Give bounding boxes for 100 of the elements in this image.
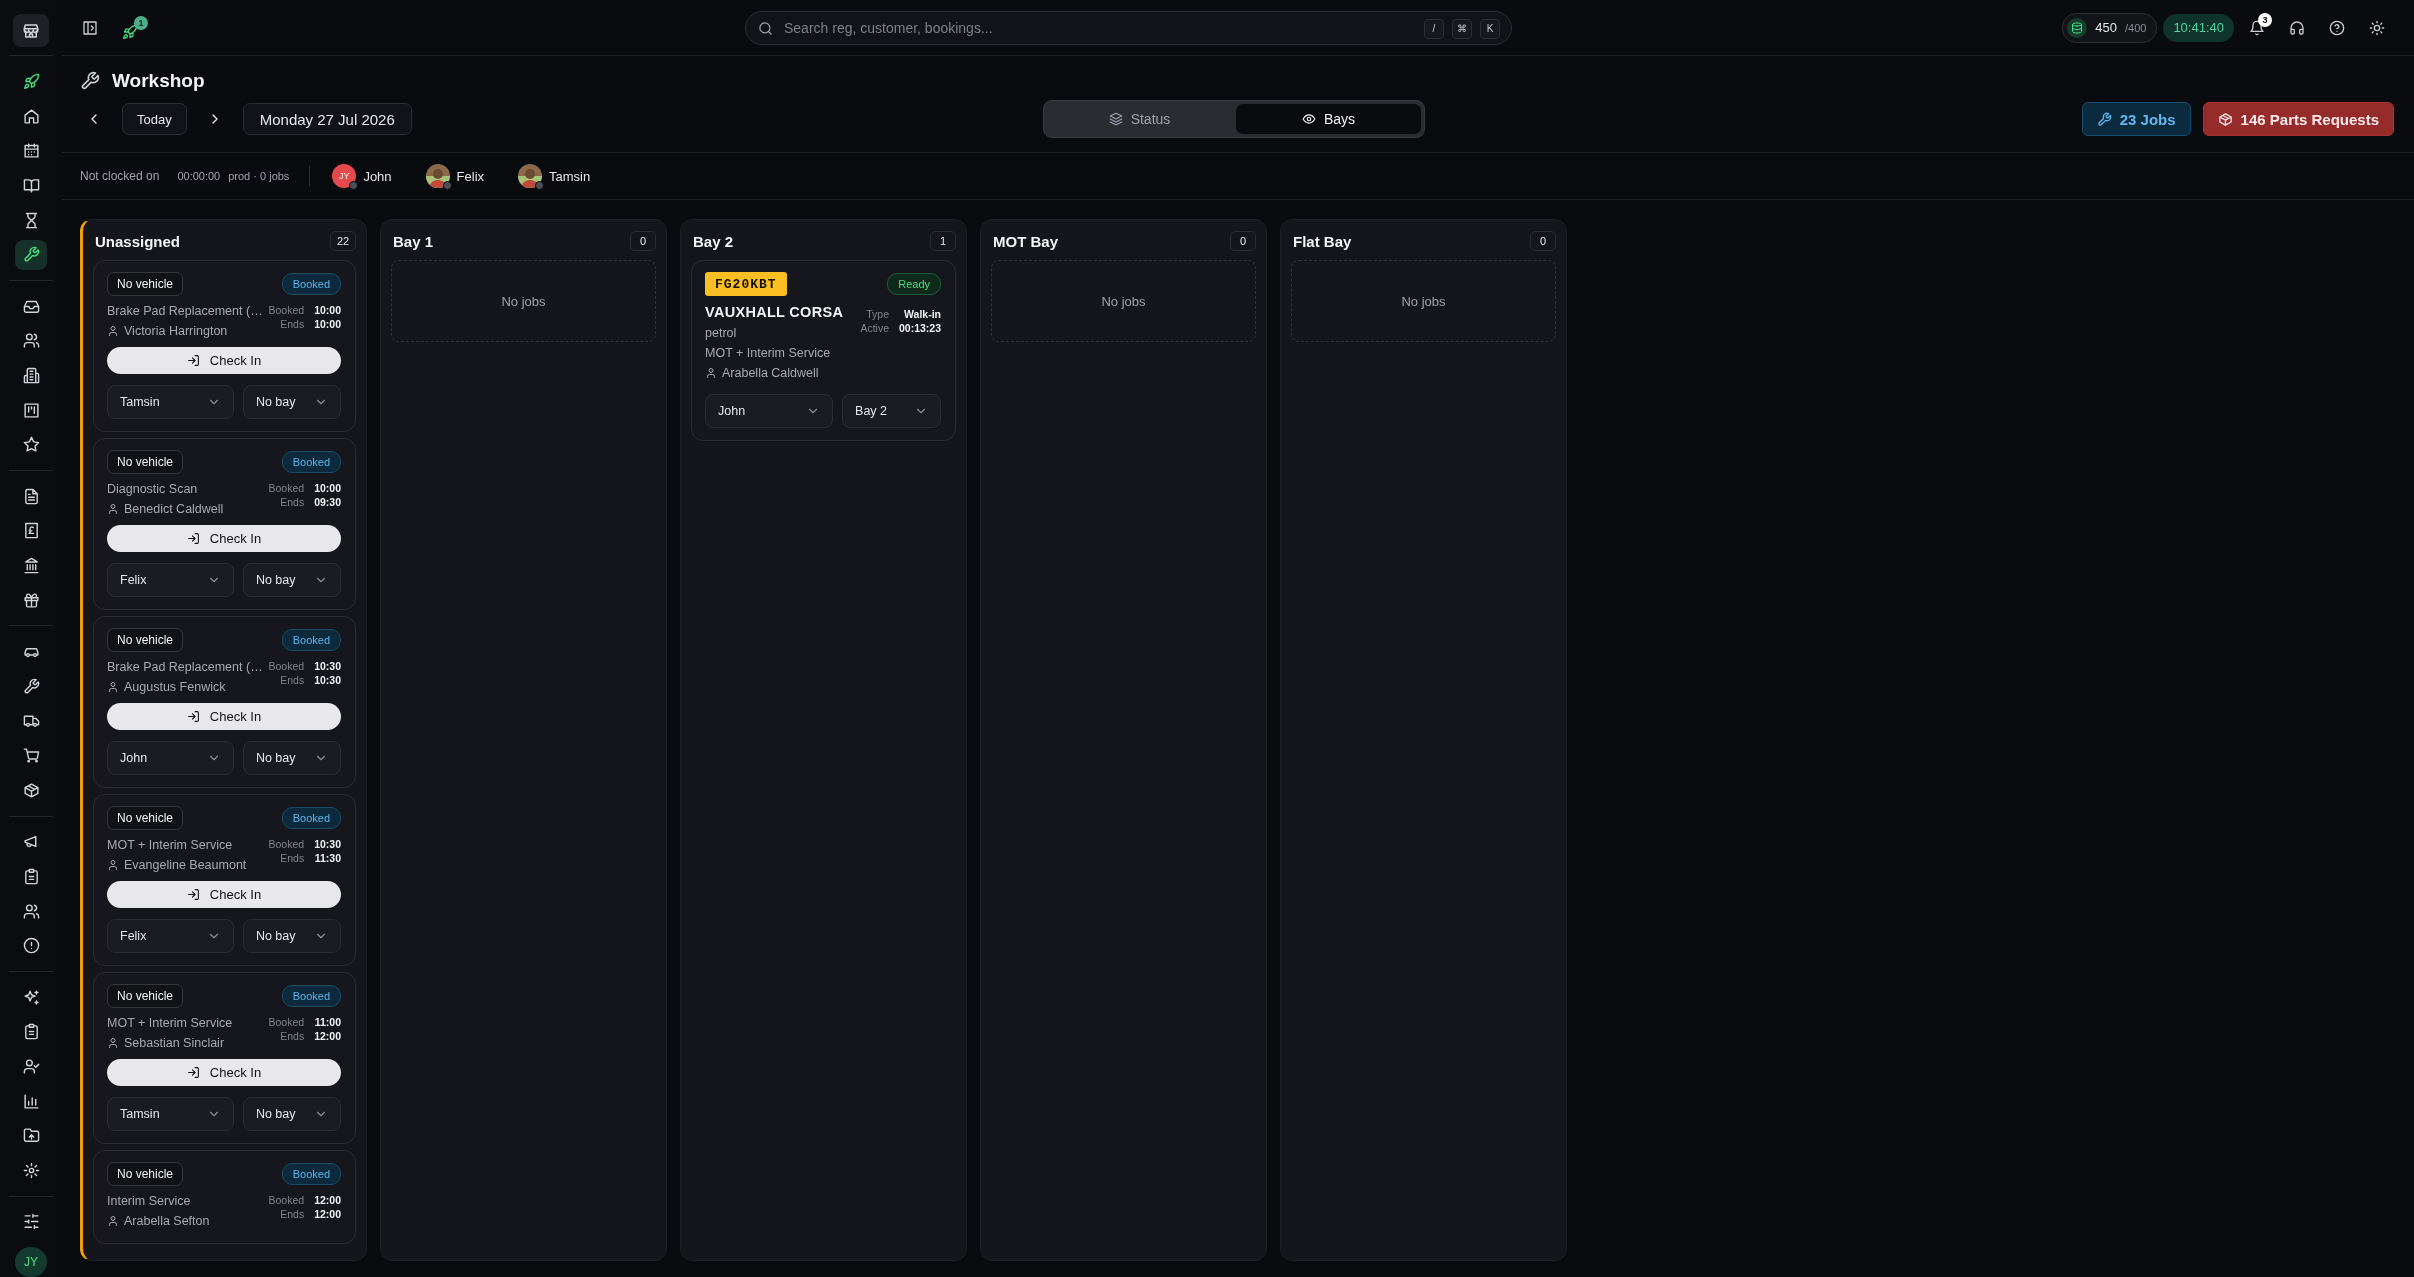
star-icon	[22, 436, 40, 454]
staff-name[interactable]: Tamsin	[549, 168, 591, 184]
board-icon	[22, 401, 40, 419]
job-card[interactable]: FG20KBT Ready VAUXHALL CORSA petrol MOT + Interim Service Arabella Caldwell Type Walk-in Active 00:13:23 John Bay 2	[691, 260, 956, 441]
clipboard-icon	[22, 867, 40, 885]
column-title: Bay 2	[693, 232, 734, 250]
help-icon	[2329, 19, 2345, 36]
job-card[interactable]: No vehicle Booked MOT + Interim Service Sebastian Sinclair Booked 11:00 Ends 12:00 Check In Tamsin No bay	[93, 972, 356, 1144]
notifications-button[interactable]: 3	[2240, 10, 2274, 45]
credits-pill[interactable]: 450 /400	[2062, 12, 2158, 43]
clock-summary: prod · 0 jobs	[228, 170, 290, 182]
eye-icon	[1301, 112, 1316, 126]
meta-value: 11:30	[314, 851, 341, 865]
document-icon	[22, 487, 40, 505]
empty-state: No jobs	[991, 260, 1256, 342]
customer-icon	[107, 681, 119, 693]
sparkles-icon	[22, 988, 40, 1006]
view-tab[interactable]: Bays	[1236, 104, 1421, 134]
job-card[interactable]: No vehicle Booked MOT + Interim Service Evangeline Beaumont Booked 10:30 Ends 11:30 Check In Felix No bay	[93, 794, 356, 966]
job-card[interactable]: No vehicle Booked Interim Service Arabella Sefton Booked 12:00 Ends 12:00	[93, 1150, 356, 1244]
user-avatar[interactable]: JY	[15, 1247, 47, 1277]
job-card[interactable]: No vehicle Booked Diagnostic Scan Benedict Caldwell Booked 10:00 Ends 09:30 Check In Felix No bay	[93, 438, 356, 610]
shortcut-key: K	[1480, 18, 1500, 39]
check-in-button[interactable]: Check In	[107, 703, 341, 730]
check-in-button[interactable]: Check In	[107, 347, 341, 374]
check-in-button[interactable]: Check In	[107, 881, 341, 908]
login-icon	[186, 710, 200, 723]
meta-value: 10:30	[314, 659, 341, 673]
column-title: Flat Bay	[1293, 232, 1352, 250]
book-icon	[22, 176, 40, 194]
meta-label: Booked	[268, 1015, 305, 1029]
customer-icon	[107, 1037, 119, 1049]
building-icon	[22, 367, 40, 384]
technician-select[interactable]: John	[107, 741, 234, 775]
headset-icon	[2289, 19, 2305, 36]
technician-select[interactable]: Felix	[107, 919, 234, 953]
package-icon	[22, 781, 40, 799]
technician-select[interactable]: Tamsin	[107, 385, 234, 419]
jobs-button[interactable]: 23 Jobs	[2081, 102, 2191, 136]
customer-name: Sebastian Sinclair	[124, 1035, 225, 1052]
column-title: Bay 1	[393, 232, 434, 250]
wrench-icon	[22, 677, 40, 695]
meta-label: Booked	[268, 1193, 305, 1207]
meta-value: 12:00	[314, 1193, 341, 1207]
meta-value: 10:00	[314, 481, 341, 495]
technician-select[interactable]: John	[705, 394, 834, 428]
bay-select[interactable]: No bay	[242, 563, 341, 597]
bay-select[interactable]: No bay	[242, 1097, 341, 1131]
meta-value: 12:00	[314, 1207, 341, 1221]
vehicle-model: VAUXHALL CORSA	[705, 303, 844, 322]
empty-state: No jobs	[391, 260, 656, 342]
staff-name[interactable]: John	[363, 168, 392, 184]
parts-requests-button[interactable]: 146 Parts Requests	[2202, 102, 2394, 136]
job-card[interactable]: No vehicle Booked Brake Pad Replacement (… Augustus Fenwick Booked 10:30 Ends 10:30 Check In John No bay	[93, 616, 356, 788]
service-name: MOT + Interim Service	[107, 837, 234, 854]
status-dot	[442, 181, 452, 190]
nav-item[interactable]	[15, 239, 47, 270]
service-name: MOT + Interim Service	[107, 1015, 233, 1032]
count-badge: 3	[2258, 12, 2272, 27]
service-name: Brake Pad Replacement (…	[107, 303, 263, 320]
technician-select[interactable]: Felix	[107, 563, 234, 597]
login-icon	[186, 1066, 200, 1079]
view-tab[interactable]: Status	[1047, 104, 1232, 134]
pound-document-icon	[22, 522, 40, 540]
job-count: 22	[330, 231, 356, 251]
gift-icon	[22, 591, 40, 609]
technician-select[interactable]: Tamsin	[107, 1097, 234, 1131]
customer-name: Augustus Fenwick	[124, 679, 226, 696]
store-button[interactable]	[13, 14, 49, 48]
meta-value: 09:30	[314, 495, 341, 509]
bay-select[interactable]: No bay	[242, 919, 341, 953]
bay-select[interactable]: No bay	[242, 741, 341, 775]
bay-select[interactable]: No bay	[242, 385, 341, 419]
user-check-icon	[22, 1057, 40, 1075]
wrench-icon	[80, 71, 100, 91]
status-badge: Booked	[281, 807, 341, 829]
status-badge: Booked	[281, 1163, 341, 1185]
check-in-button[interactable]: Check In	[107, 525, 341, 552]
job-card[interactable]: No vehicle Booked Brake Pad Replacement (… Victoria Harrington Booked 10:00 Ends 10:00 Check In Tamsin No bay	[93, 260, 356, 432]
check-in-button[interactable]: Check In	[107, 1059, 341, 1086]
shortcut-key: ⌘	[1452, 18, 1472, 39]
vehicle-label: No vehicle	[107, 628, 184, 652]
today-button[interactable]: Today	[122, 103, 187, 135]
empty-state: No jobs	[1291, 260, 1556, 342]
customer-name: Evangeline Beaumont	[124, 857, 247, 874]
clock-timer: 00:00:00	[177, 170, 221, 182]
meta-label: Ends	[279, 851, 305, 865]
status-badge: Booked	[281, 985, 341, 1007]
meta-value: 10:30	[314, 673, 341, 687]
meta-label: Ends	[279, 1207, 305, 1221]
meta-label: Booked	[268, 481, 305, 495]
meta-label: Ends	[279, 1029, 305, 1043]
bay-select[interactable]: Bay 2	[842, 394, 941, 428]
meta-label: Type	[865, 307, 889, 321]
folder-upload-icon	[22, 1127, 40, 1145]
launch-button[interactable]: 1	[122, 15, 148, 40]
customer-icon	[107, 503, 119, 515]
date-picker[interactable]: Monday 27 Jul 2026	[242, 103, 412, 135]
credits-limit: /400	[2124, 21, 2147, 34]
staff-name[interactable]: Felix	[456, 168, 485, 184]
